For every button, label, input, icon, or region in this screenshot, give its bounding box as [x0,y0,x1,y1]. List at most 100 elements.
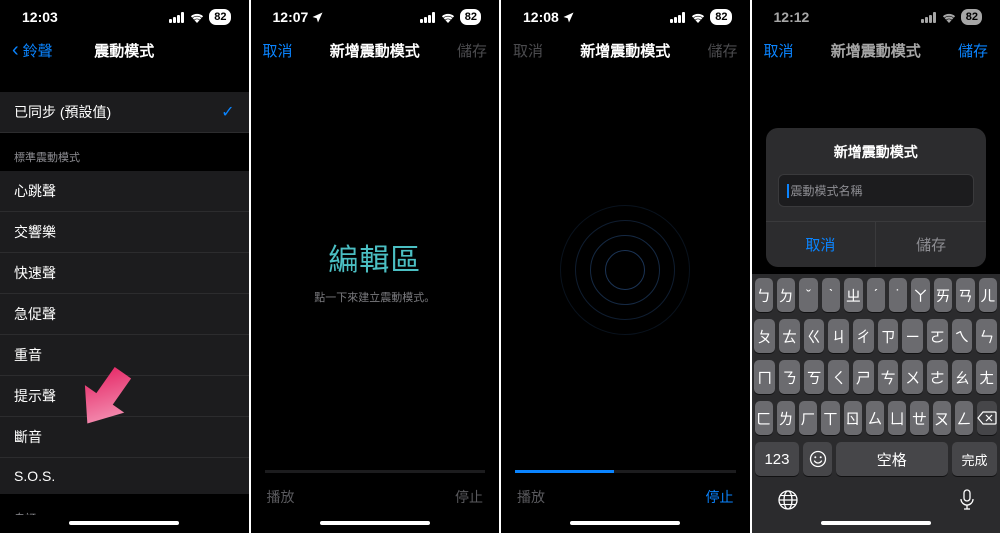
name-input[interactable]: 震動模式名稱 [778,174,975,207]
key-char[interactable]: ㄋ [779,360,800,394]
key-char[interactable]: ㄘ [878,360,899,394]
vibration-row[interactable]: 快速聲 [0,253,249,294]
screen-edit-recording: 12:08 82 取消 新增震動模式 儲存 播放 [501,0,750,533]
row-label: 急促聲 [14,304,56,324]
playback-controls: 播放 停止 [501,473,750,515]
key-char[interactable]: ㄜ [927,360,948,394]
key-char[interactable]: ㄦ [979,278,997,312]
key-char[interactable]: ㄑ [828,360,849,394]
vibration-row[interactable]: 交響樂 [0,212,249,253]
playback-controls: 播放 停止 [251,473,500,515]
key-char[interactable]: ㄏ [799,401,817,435]
stop-button[interactable]: 停止 [706,487,734,507]
key-char[interactable]: ㄌ [777,401,795,435]
key-char[interactable]: ㄩ [888,401,906,435]
key-char[interactable]: ㄊ [779,319,800,353]
home-indicator [251,515,500,533]
key-char[interactable]: ㄢ [956,278,974,312]
cancel-button[interactable]: 取消 [764,40,794,61]
cancel-label: 取消 [513,40,543,61]
timeline-bar[interactable] [265,470,486,473]
dialog-save-button[interactable]: 儲存 [876,222,986,267]
key-char[interactable]: ㄅ [755,278,773,312]
key-emoji[interactable] [803,442,831,476]
key-char[interactable]: ㄓ [844,278,862,312]
save-button[interactable]: 儲存 [457,40,487,61]
key-char[interactable]: ㄖ [844,401,862,435]
synced-row[interactable]: 已同步 (預設值) ✓ [0,92,249,133]
row-label: 斷音 [14,427,42,447]
battery-indicator: 82 [460,9,481,25]
key-char[interactable]: ㄝ [910,401,928,435]
key-char[interactable]: ㄧ [902,319,923,353]
edit-subtitle: 點一下來建立震動模式。 [314,289,435,305]
location-icon [312,12,323,23]
row-label: S.O.S. [14,468,55,484]
cancel-button[interactable]: 取消 [513,40,543,61]
key-char[interactable]: ㄗ [878,319,899,353]
key-char[interactable]: ㄇ [754,360,775,394]
globe-icon[interactable] [777,489,799,511]
key-char[interactable]: ㄟ [952,319,973,353]
key-char[interactable]: ㄎ [804,360,825,394]
status-time: 12:07 [273,9,309,25]
key-space[interactable]: 空格 [836,442,948,476]
vibration-row[interactable]: 急促聲 [0,294,249,335]
mic-icon[interactable] [959,489,975,511]
vibration-row[interactable]: 斷音 [0,417,249,458]
key-char[interactable]: ㄐ [828,319,849,353]
vibration-row[interactable]: 提示聲 [0,376,249,417]
vibration-row[interactable]: S.O.S. [0,458,249,494]
back-button[interactable]: ‹ 鈴聲 [12,40,53,61]
key-char[interactable]: ㄕ [853,360,874,394]
edit-canvas[interactable] [501,70,750,470]
key-char[interactable]: ˋ [822,278,840,312]
key-char[interactable]: ˙ [889,278,907,312]
vibration-list: 已同步 (預設值) ✓ 標準震動模式 心跳聲交響樂快速聲急促聲重音提示聲斷音S.… [0,70,249,515]
key-char[interactable]: ㄔ [853,319,874,353]
row-label: 提示聲 [14,386,56,406]
wifi-icon [690,12,706,23]
vibration-row[interactable]: 心跳聲 [0,171,249,212]
status-bar: 12:03 82 [0,0,249,30]
stop-button[interactable]: 停止 [455,487,483,507]
key-char[interactable]: ㄛ [927,319,948,353]
key-char[interactable]: ˇ [799,278,817,312]
nav-bar: 取消 新增震動模式 儲存 [501,30,750,70]
dialog-title: 新增震動模式 [766,128,987,174]
name-dialog: 新增震動模式 震動模式名稱 取消 儲存 [766,128,987,267]
key-char[interactable]: ㄙ [866,401,884,435]
save-button[interactable]: 儲存 [707,40,737,61]
key-char[interactable]: ㄣ [976,319,997,353]
cellular-icon [420,12,436,23]
key-char[interactable]: ㄈ [755,401,773,435]
keyboard: ㄅㄉˇˋㄓˊ˙ㄚㄞㄢㄦㄆㄊㄍㄐㄔㄗㄧㄛㄟㄣㄇㄋㄎㄑㄕㄘㄨㄜㄠㄤㄈㄌㄏㄒㄖㄙㄩㄝㄡ… [752,274,1000,533]
key-done[interactable]: 完成 [952,442,997,476]
vibration-row[interactable]: 重音 [0,335,249,376]
key-char[interactable]: ㄥ [955,401,973,435]
play-button[interactable]: 播放 [267,487,295,507]
key-123[interactable]: 123 [755,442,800,476]
dialog-cancel-button[interactable]: 取消 [766,222,877,267]
edit-canvas[interactable]: 編輯區 點一下來建立震動模式。 [251,70,500,470]
play-button[interactable]: 播放 [517,487,545,507]
key-char[interactable]: ㄞ [934,278,952,312]
key-char[interactable]: ㄠ [952,360,973,394]
cellular-icon [670,12,686,23]
save-button[interactable]: 儲存 [958,40,988,61]
key-char[interactable]: ㄒ [821,401,839,435]
key-char[interactable]: ㄨ [902,360,923,394]
cancel-button[interactable]: 取消 [263,40,293,61]
key-char[interactable]: ㄚ [911,278,929,312]
key-char[interactable]: ㄡ [933,401,951,435]
key-char[interactable]: ㄤ [976,360,997,394]
save-label: 儲存 [707,43,737,60]
key-backspace[interactable] [977,401,997,435]
checkmark-icon: ✓ [221,102,234,122]
key-char[interactable]: ㄆ [754,319,775,353]
timeline-bar[interactable] [515,470,736,473]
key-char[interactable]: ㄍ [804,319,825,353]
key-char[interactable]: ㄉ [777,278,795,312]
key-char[interactable]: ˊ [867,278,885,312]
home-indicator [755,515,998,533]
